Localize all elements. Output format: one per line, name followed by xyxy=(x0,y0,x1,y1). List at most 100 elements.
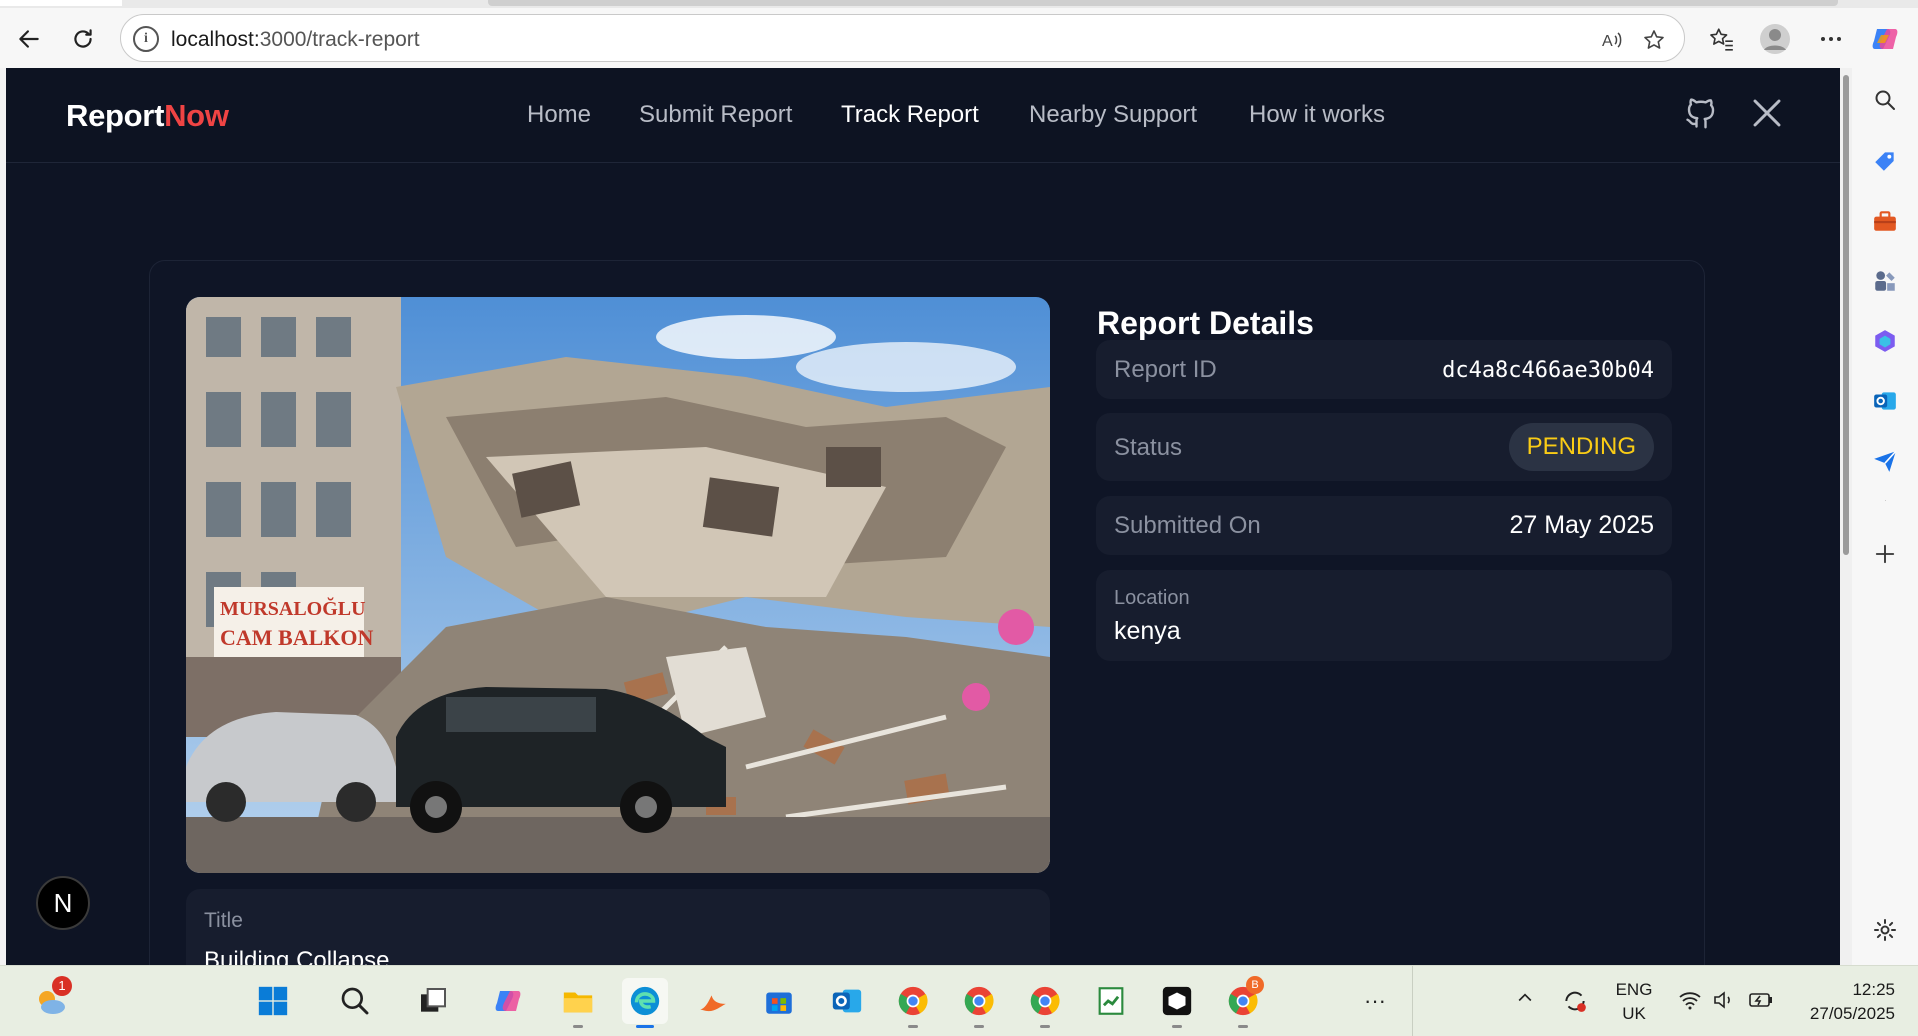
running-indicator xyxy=(974,1025,984,1028)
chrome-icon xyxy=(1030,986,1060,1016)
chevron-up-icon xyxy=(1518,993,1532,1002)
taskbar-divider xyxy=(1412,966,1413,1036)
sidebar-divider xyxy=(1885,500,1886,501)
tab-strip-scroll[interactable] xyxy=(488,0,1838,6)
favorite-star-icon[interactable] xyxy=(1641,27,1667,53)
store-icon xyxy=(766,992,792,1014)
windows-logo-icon xyxy=(258,986,288,1016)
taskbar-chrome-profile[interactable]: B xyxy=(1220,976,1266,1028)
submitted-on-label: Submitted On xyxy=(1114,512,1261,539)
sidebar-send-icon[interactable] xyxy=(1869,445,1901,477)
search-icon xyxy=(341,987,369,1015)
location-label: Location xyxy=(1114,587,1190,609)
copilot-icon[interactable] xyxy=(1868,22,1902,56)
report-id-row: Report ID dc4a8c466ae30b04 xyxy=(1096,340,1672,399)
favorites-icon[interactable] xyxy=(1705,22,1739,56)
active-indicator xyxy=(636,1025,654,1028)
battery-status[interactable] xyxy=(1748,988,1774,1017)
more-options-icon[interactable] xyxy=(1814,22,1848,56)
refresh-button[interactable] xyxy=(66,22,100,56)
report-id-label: Report ID xyxy=(1114,356,1217,383)
running-indicator xyxy=(1040,1025,1050,1028)
active-tab[interactable] xyxy=(0,0,122,6)
task-view-button[interactable] xyxy=(410,978,456,1024)
report-details-heading: Report Details xyxy=(1097,305,1314,341)
battery-charging-icon xyxy=(1749,993,1772,1007)
sidebar-games-icon[interactable] xyxy=(1869,265,1901,297)
chrome-profile-badge: B xyxy=(1246,976,1264,994)
github-icon[interactable] xyxy=(1680,92,1722,134)
task-view-icon xyxy=(421,988,446,1012)
weather-notification-badge: 1 xyxy=(52,976,72,996)
nextjs-dev-badge[interactable]: N xyxy=(36,876,90,930)
show-hidden-icons[interactable] xyxy=(1515,988,1535,1013)
taskbar-search[interactable] xyxy=(332,978,378,1024)
taskbar-notepad[interactable] xyxy=(1088,978,1134,1024)
report-id-value[interactable]: dc4a8c466ae30b04 xyxy=(1442,358,1654,383)
nav-submit-report[interactable]: Submit Report xyxy=(639,101,792,129)
sidebar-m365-icon[interactable] xyxy=(1869,325,1901,357)
sidebar-outlook-icon[interactable] xyxy=(1869,385,1901,417)
taskbar-chrome-2[interactable] xyxy=(956,978,1002,1028)
url-text[interactable]: localhost:3000/track-report xyxy=(171,28,420,52)
submitted-on-row: Submitted On 27 May 2025 xyxy=(1096,496,1672,555)
profile-avatar-icon[interactable] xyxy=(1758,22,1792,56)
x-twitter-icon[interactable] xyxy=(1746,92,1788,134)
taskbar-overflow-button[interactable]: ··· xyxy=(1352,978,1398,1024)
sidebar-search-icon[interactable] xyxy=(1869,84,1901,116)
outlook-icon xyxy=(832,989,862,1013)
folder-icon xyxy=(563,992,593,1013)
edge-sidebar xyxy=(1852,68,1918,965)
taskbar-store[interactable] xyxy=(756,978,802,1024)
sidebar-add-icon[interactable] xyxy=(1869,538,1901,570)
taskbar-file-explorer[interactable] xyxy=(555,978,601,1028)
svg-text:A: A xyxy=(1602,33,1613,50)
sidebar-shopping-tag-icon[interactable] xyxy=(1869,145,1901,177)
taskbar-chrome-1[interactable] xyxy=(890,978,936,1028)
back-button[interactable] xyxy=(12,22,46,56)
address-bar[interactable]: i localhost:3000/track-report A xyxy=(120,14,1685,62)
status-label: Status xyxy=(1114,434,1183,461)
location-row: Location kenya xyxy=(1096,570,1672,661)
status-row: Status PENDING xyxy=(1096,413,1672,481)
nav-track-report[interactable]: Track Report xyxy=(841,101,979,129)
copilot-icon xyxy=(495,991,521,1011)
taskbar-outlook[interactable] xyxy=(824,978,870,1024)
system-clock[interactable]: 12:25 27/05/2025 xyxy=(1795,978,1895,1026)
nav-nearby-support[interactable]: Nearby Support xyxy=(1029,101,1197,129)
taskbar-app-bird[interactable] xyxy=(690,978,736,1024)
running-indicator xyxy=(573,1025,583,1028)
sidebar-toolbox-icon[interactable] xyxy=(1869,205,1901,237)
brand-primary: Report xyxy=(66,98,165,133)
wifi-icon xyxy=(1679,992,1701,1010)
location-value: kenya xyxy=(1114,617,1181,645)
sync-status[interactable] xyxy=(1562,988,1588,1019)
speaker-icon xyxy=(1714,991,1730,1009)
status-badge: PENDING xyxy=(1508,423,1654,471)
taskbar-copilot[interactable] xyxy=(485,978,531,1024)
taskbar-edge[interactable] xyxy=(622,978,668,1028)
site-header: ReportNow Home Submit Report Track Repor… xyxy=(6,68,1840,163)
brand-logo[interactable]: ReportNow xyxy=(66,98,229,134)
report-photo[interactable]: MURSALOĞLU CAM BALKON xyxy=(186,297,1050,873)
scrollbar-thumb[interactable] xyxy=(1843,75,1849,555)
taskbar-chrome-3[interactable] xyxy=(1022,978,1068,1028)
keyboard-layout: UK xyxy=(1622,1004,1646,1023)
clock-date: 27/05/2025 xyxy=(1809,1004,1895,1023)
nav-home[interactable]: Home xyxy=(527,101,591,129)
sidebar-settings-icon[interactable] xyxy=(1869,914,1901,946)
wifi-status[interactable] xyxy=(1678,988,1702,1017)
read-aloud-icon[interactable]: A xyxy=(1599,27,1625,53)
title-value: Building Collapse xyxy=(204,947,390,965)
start-button[interactable] xyxy=(250,978,296,1024)
site-info-icon[interactable]: i xyxy=(133,26,159,52)
language-indicator[interactable]: ENG UK xyxy=(1612,978,1656,1026)
nav-how-it-works[interactable]: How it works xyxy=(1249,101,1385,129)
volume-control[interactable] xyxy=(1712,988,1736,1017)
sign-text-line1: MURSALOĞLU xyxy=(220,596,366,620)
weather-widget[interactable]: 1 xyxy=(28,976,74,1024)
taskbar-terminal[interactable] xyxy=(1154,978,1200,1028)
submitted-on-value: 27 May 2025 xyxy=(1509,511,1654,539)
cube-app-icon xyxy=(1162,986,1192,1016)
url-host: localhost: xyxy=(171,28,260,51)
